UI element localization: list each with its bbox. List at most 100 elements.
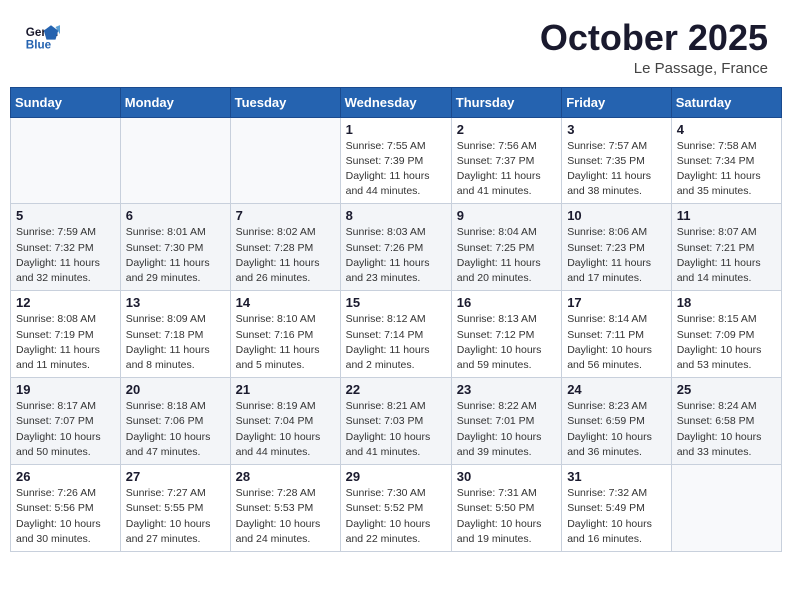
- day-number: 18: [677, 295, 776, 310]
- day-info: Sunrise: 8:14 AMSunset: 7:11 PMDaylight:…: [567, 312, 666, 373]
- day-info: Sunrise: 8:04 AMSunset: 7:25 PMDaylight:…: [457, 225, 556, 286]
- calendar-header-thursday: Thursday: [451, 87, 561, 117]
- calendar-wrap: SundayMondayTuesdayWednesdayThursdayFrid…: [0, 87, 792, 562]
- calendar-header-tuesday: Tuesday: [230, 87, 340, 117]
- day-info: Sunrise: 7:27 AMSunset: 5:55 PMDaylight:…: [126, 486, 225, 547]
- day-info: Sunrise: 7:30 AMSunset: 5:52 PMDaylight:…: [346, 486, 446, 547]
- day-info: Sunrise: 8:19 AMSunset: 7:04 PMDaylight:…: [236, 399, 335, 460]
- calendar-cell: 24 Sunrise: 8:23 AMSunset: 6:59 PMDayligh…: [562, 378, 672, 465]
- day-number: 21: [236, 382, 335, 397]
- day-number: 29: [346, 469, 446, 484]
- day-info: Sunrise: 8:10 AMSunset: 7:16 PMDaylight:…: [236, 312, 335, 373]
- calendar-cell: [11, 117, 121, 204]
- calendar-cell: 4 Sunrise: 7:58 AMSunset: 7:34 PMDaylight…: [671, 117, 781, 204]
- day-info: Sunrise: 7:31 AMSunset: 5:50 PMDaylight:…: [457, 486, 556, 547]
- calendar-cell: 3Sunrise: 7:57 AMSunset: 7:35 PMDaylight…: [562, 117, 672, 204]
- calendar-header-monday: Monday: [120, 87, 230, 117]
- calendar-cell: 20 Sunrise: 8:18 AMSunset: 7:06 PMDayligh…: [120, 378, 230, 465]
- month-title: October 2025: [540, 18, 768, 58]
- day-number: 9: [457, 208, 556, 223]
- header: General Blue October 2025 Le Passage, Fr…: [0, 0, 792, 87]
- day-info: Sunrise: 8:21 AMSunset: 7:03 PMDaylight:…: [346, 399, 446, 460]
- day-info: Sunrise: 8:17 AMSunset: 7:07 PMDaylight:…: [16, 399, 115, 460]
- calendar-cell: 6 Sunrise: 8:01 AMSunset: 7:30 PMDaylight…: [120, 204, 230, 291]
- day-number: 13: [126, 295, 225, 310]
- calendar-cell: 2Sunrise: 7:56 AMSunset: 7:37 PMDaylight…: [451, 117, 561, 204]
- day-number: 27: [126, 469, 225, 484]
- day-number: 8: [346, 208, 446, 223]
- day-number: 14: [236, 295, 335, 310]
- day-info: Sunrise: 7:56 AMSunset: 7:37 PMDaylight:…: [457, 139, 556, 200]
- calendar-cell: 7Sunrise: 8:02 AMSunset: 7:28 PMDaylight…: [230, 204, 340, 291]
- day-number: 5: [16, 208, 115, 223]
- title-block: October 2025 Le Passage, France: [540, 18, 768, 77]
- calendar-cell: [120, 117, 230, 204]
- calendar-week-row: 12 Sunrise: 8:08 AMSunset: 7:19 PMDayligh…: [11, 291, 782, 378]
- calendar-cell: 13Sunrise: 8:09 AMSunset: 7:18 PMDayligh…: [120, 291, 230, 378]
- calendar-header-wednesday: Wednesday: [340, 87, 451, 117]
- location: Le Passage, France: [540, 60, 768, 77]
- calendar-cell: 19 Sunrise: 8:17 AMSunset: 7:07 PMDayligh…: [11, 378, 121, 465]
- day-number: 1: [346, 122, 446, 137]
- calendar-cell: 22 Sunrise: 8:21 AMSunset: 7:03 PMDayligh…: [340, 378, 451, 465]
- calendar-cell: 5Sunrise: 7:59 AMSunset: 7:32 PMDaylight…: [11, 204, 121, 291]
- calendar-cell: [230, 117, 340, 204]
- day-info: Sunrise: 8:01 AMSunset: 7:30 PMDaylight:…: [126, 225, 225, 286]
- day-number: 16: [457, 295, 556, 310]
- calendar-table: SundayMondayTuesdayWednesdayThursdayFrid…: [10, 87, 782, 552]
- day-info: Sunrise: 8:07 AMSunset: 7:21 PMDaylight:…: [677, 225, 776, 286]
- day-info: Sunrise: 8:08 AMSunset: 7:19 PMDaylight:…: [16, 312, 115, 373]
- day-number: 19: [16, 382, 115, 397]
- day-info: Sunrise: 7:26 AMSunset: 5:56 PMDaylight:…: [16, 486, 115, 547]
- day-number: 17: [567, 295, 666, 310]
- calendar-cell: 25Sunrise: 8:24 AMSunset: 6:58 PMDayligh…: [671, 378, 781, 465]
- calendar-cell: [671, 465, 781, 552]
- day-number: 4: [677, 122, 776, 137]
- calendar-header-friday: Friday: [562, 87, 672, 117]
- calendar-cell: 27 Sunrise: 7:27 AMSunset: 5:55 PMDayligh…: [120, 465, 230, 552]
- day-number: 28: [236, 469, 335, 484]
- calendar-header-sunday: Sunday: [11, 87, 121, 117]
- day-number: 6: [126, 208, 225, 223]
- calendar-cell: 9 Sunrise: 8:04 AMSunset: 7:25 PMDaylight…: [451, 204, 561, 291]
- svg-text:Blue: Blue: [26, 39, 52, 52]
- calendar-cell: 1Sunrise: 7:55 AMSunset: 7:39 PMDaylight…: [340, 117, 451, 204]
- calendar-cell: 30Sunrise: 7:31 AMSunset: 5:50 PMDayligh…: [451, 465, 561, 552]
- day-number: 12: [16, 295, 115, 310]
- calendar-cell: 12 Sunrise: 8:08 AMSunset: 7:19 PMDayligh…: [11, 291, 121, 378]
- logo: General Blue: [24, 18, 60, 54]
- day-number: 11: [677, 208, 776, 223]
- calendar-cell: 8 Sunrise: 8:03 AMSunset: 7:26 PMDaylight…: [340, 204, 451, 291]
- day-info: Sunrise: 7:28 AMSunset: 5:53 PMDaylight:…: [236, 486, 335, 547]
- calendar-cell: 15Sunrise: 8:12 AMSunset: 7:14 PMDayligh…: [340, 291, 451, 378]
- calendar-cell: 10Sunrise: 8:06 AMSunset: 7:23 PMDayligh…: [562, 204, 672, 291]
- day-number: 26: [16, 469, 115, 484]
- calendar-cell: 29 Sunrise: 7:30 AMSunset: 5:52 PMDayligh…: [340, 465, 451, 552]
- day-info: Sunrise: 8:22 AMSunset: 7:01 PMDaylight:…: [457, 399, 556, 460]
- calendar-cell: 26 Sunrise: 7:26 AMSunset: 5:56 PMDayligh…: [11, 465, 121, 552]
- day-info: Sunrise: 7:32 AMSunset: 5:49 PMDaylight:…: [567, 486, 666, 547]
- calendar-cell: 14 Sunrise: 8:10 AMSunset: 7:16 PMDayligh…: [230, 291, 340, 378]
- calendar-cell: 16 Sunrise: 8:13 AMSunset: 7:12 PMDayligh…: [451, 291, 561, 378]
- day-info: Sunrise: 8:23 AMSunset: 6:59 PMDaylight:…: [567, 399, 666, 460]
- day-info: Sunrise: 8:03 AMSunset: 7:26 PMDaylight:…: [346, 225, 446, 286]
- calendar-cell: 18Sunrise: 8:15 AMSunset: 7:09 PMDayligh…: [671, 291, 781, 378]
- day-number: 23: [457, 382, 556, 397]
- day-info: Sunrise: 7:58 AMSunset: 7:34 PMDaylight:…: [677, 139, 776, 200]
- day-number: 24: [567, 382, 666, 397]
- day-number: 10: [567, 208, 666, 223]
- day-number: 22: [346, 382, 446, 397]
- calendar-week-row: 1Sunrise: 7:55 AMSunset: 7:39 PMDaylight…: [11, 117, 782, 204]
- calendar-header-saturday: Saturday: [671, 87, 781, 117]
- day-number: 20: [126, 382, 225, 397]
- day-info: Sunrise: 8:24 AMSunset: 6:58 PMDaylight:…: [677, 399, 776, 460]
- calendar-cell: 28 Sunrise: 7:28 AMSunset: 5:53 PMDayligh…: [230, 465, 340, 552]
- calendar-cell: 11 Sunrise: 8:07 AMSunset: 7:21 PMDayligh…: [671, 204, 781, 291]
- day-info: Sunrise: 8:02 AMSunset: 7:28 PMDaylight:…: [236, 225, 335, 286]
- page-container: General Blue October 2025 Le Passage, Fr…: [0, 0, 792, 562]
- day-info: Sunrise: 8:13 AMSunset: 7:12 PMDaylight:…: [457, 312, 556, 373]
- calendar-week-row: 19 Sunrise: 8:17 AMSunset: 7:07 PMDayligh…: [11, 378, 782, 465]
- day-info: Sunrise: 7:57 AMSunset: 7:35 PMDaylight:…: [567, 139, 666, 200]
- day-info: Sunrise: 8:18 AMSunset: 7:06 PMDaylight:…: [126, 399, 225, 460]
- calendar-cell: 17 Sunrise: 8:14 AMSunset: 7:11 PMDayligh…: [562, 291, 672, 378]
